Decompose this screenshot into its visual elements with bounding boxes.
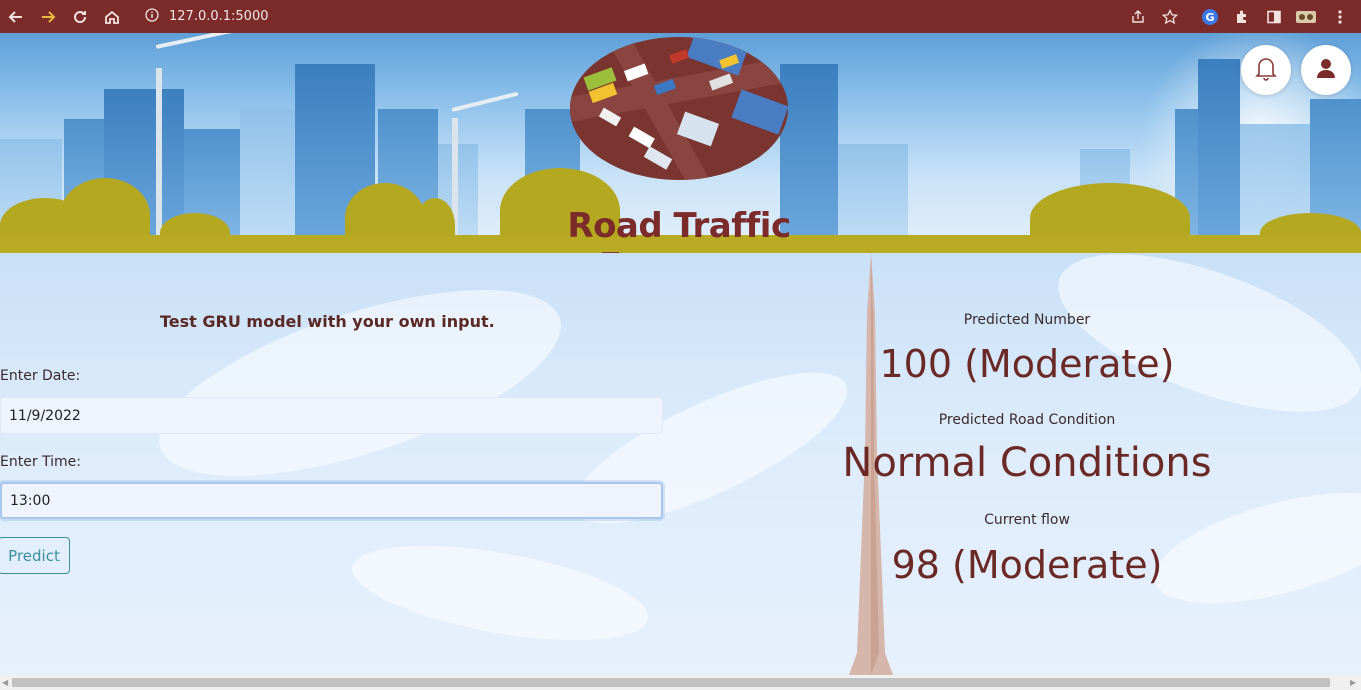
share-icon[interactable]	[1124, 0, 1152, 33]
predicted-number-label: Predicted Number	[963, 312, 1091, 328]
date-label: Enter Date:	[0, 368, 81, 384]
background-swoosh	[345, 527, 655, 659]
time-input[interactable]	[0, 482, 663, 519]
bell-icon	[1254, 55, 1278, 85]
profile-icon[interactable]	[1292, 0, 1320, 33]
forward-icon[interactable]	[34, 0, 62, 33]
current-flow-value: 98 (Moderate)	[891, 543, 1163, 587]
google-icon[interactable]: G	[1196, 0, 1224, 33]
info-icon[interactable]	[145, 7, 159, 26]
side-panel-icon[interactable]	[1260, 0, 1288, 33]
home-icon[interactable]	[98, 0, 126, 33]
url-text[interactable]: 127.0.0.1:5000	[169, 9, 269, 24]
street-lamp-arm	[155, 33, 265, 49]
background-swoosh	[138, 253, 582, 515]
street-lamp-arm	[451, 91, 519, 112]
user-button[interactable]	[1301, 45, 1351, 95]
current-flow-label: Current flow	[984, 512, 1070, 528]
predict-button[interactable]: Predict	[0, 537, 70, 574]
scroll-left-icon[interactable]: ◀	[2, 678, 8, 687]
user-icon	[1315, 57, 1337, 83]
svg-text:G: G	[1205, 11, 1214, 24]
traffic-illustration	[570, 37, 788, 180]
time-label: Enter Time:	[0, 454, 82, 470]
back-icon[interactable]	[2, 0, 30, 33]
predicted-number-value: 100 (Moderate)	[879, 342, 1175, 386]
scroll-right-icon[interactable]: ▶	[1350, 678, 1356, 687]
road-condition-value: Normal Conditions	[842, 440, 1212, 486]
building	[240, 109, 295, 239]
star-icon[interactable]	[1156, 0, 1184, 33]
building	[1198, 59, 1240, 239]
address-bar[interactable]: 127.0.0.1:5000	[145, 0, 269, 33]
menu-icon[interactable]	[1326, 0, 1354, 33]
date-input[interactable]	[0, 397, 663, 434]
browser-toolbar: 127.0.0.1:5000 G	[0, 0, 1361, 33]
reload-icon[interactable]	[66, 0, 94, 33]
extensions-icon[interactable]	[1228, 0, 1256, 33]
horizontal-scrollbar[interactable]: ◀ ▶	[0, 675, 1361, 690]
form-heading: Test GRU model with your own input.	[160, 312, 495, 331]
notifications-button[interactable]	[1241, 45, 1291, 95]
road-condition-label: Predicted Road Condition	[938, 412, 1116, 428]
scrollbar-thumb[interactable]	[12, 678, 1330, 687]
